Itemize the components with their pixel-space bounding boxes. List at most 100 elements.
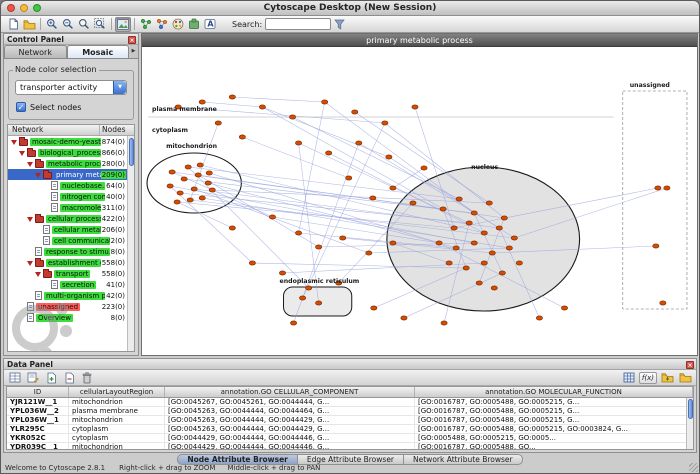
graph-node[interactable] bbox=[653, 244, 659, 248]
graph-node[interactable] bbox=[476, 281, 482, 285]
zoom-fit-button[interactable] bbox=[92, 17, 108, 32]
graph-node[interactable] bbox=[496, 226, 502, 230]
graph-node[interactable] bbox=[456, 197, 462, 201]
tree-row[interactable]: biological_process866(0) bbox=[8, 147, 134, 158]
graph-node[interactable] bbox=[279, 271, 285, 275]
tree-row[interactable]: cellular process422(0) bbox=[8, 213, 134, 224]
graph-node[interactable] bbox=[506, 246, 512, 250]
new-session-button[interactable] bbox=[5, 17, 21, 32]
search-input[interactable] bbox=[265, 18, 331, 30]
graph-node[interactable] bbox=[453, 246, 459, 250]
graphics-details-button[interactable] bbox=[115, 17, 131, 32]
formula-builder-button[interactable]: f(x) bbox=[639, 372, 657, 384]
zoom-selected-button[interactable] bbox=[76, 17, 92, 32]
resize-grip[interactable] bbox=[689, 463, 698, 472]
graph-node[interactable] bbox=[356, 141, 362, 145]
graph-node[interactable] bbox=[390, 186, 396, 190]
create-network-button[interactable] bbox=[138, 17, 154, 32]
table-scrollbar[interactable] bbox=[686, 398, 693, 449]
graph-node[interactable] bbox=[655, 186, 661, 190]
graph-node[interactable] bbox=[421, 166, 427, 170]
graph-node[interactable] bbox=[664, 186, 670, 190]
graph-node[interactable] bbox=[174, 200, 180, 204]
tree-column-nodes[interactable]: Nodes bbox=[100, 125, 134, 135]
graph-node[interactable] bbox=[466, 221, 472, 225]
graph-node[interactable] bbox=[440, 207, 446, 211]
graph-node[interactable] bbox=[412, 105, 418, 109]
graph-node[interactable] bbox=[177, 191, 183, 195]
graph-node[interactable] bbox=[289, 115, 295, 119]
graph-node[interactable] bbox=[441, 321, 447, 325]
graph-node[interactable] bbox=[501, 216, 507, 220]
table-row[interactable]: YLR295Ccytoplasm[GO:0045263, GO:0044444,… bbox=[7, 425, 693, 434]
table-column-header[interactable]: ID bbox=[7, 387, 69, 397]
graph-node[interactable] bbox=[382, 121, 388, 125]
graph-node[interactable] bbox=[486, 201, 492, 205]
data-panel-close-icon[interactable]: × bbox=[686, 361, 694, 369]
zoom-in-button[interactable] bbox=[44, 17, 60, 32]
tab-network[interactable]: Network bbox=[4, 45, 67, 58]
tree-row[interactable]: multi-organism pro...42(0) bbox=[8, 290, 134, 301]
graph-node[interactable] bbox=[199, 196, 205, 200]
graph-node[interactable] bbox=[185, 165, 191, 169]
graph-node[interactable] bbox=[390, 241, 396, 245]
tree-scrollbar[interactable] bbox=[127, 136, 134, 351]
control-panel-close-icon[interactable]: × bbox=[128, 36, 136, 44]
graph-node[interactable] bbox=[290, 321, 296, 325]
graph-node[interactable] bbox=[299, 296, 305, 300]
graph-node[interactable] bbox=[370, 196, 376, 200]
new-attribute-button[interactable] bbox=[43, 370, 59, 385]
graph-node[interactable] bbox=[326, 151, 332, 155]
graph-node[interactable] bbox=[346, 176, 352, 180]
graph-node[interactable] bbox=[215, 121, 221, 125]
table-row[interactable]: YJR121W__1mitochondrion[GO:0045267, GO:0… bbox=[7, 398, 693, 407]
table-row[interactable]: YPL036W__2plasma membrane[GO:0045263, GO… bbox=[7, 407, 693, 416]
tree-row[interactable]: nucleobase...64(0) bbox=[8, 180, 134, 191]
graph-node[interactable] bbox=[536, 316, 542, 320]
graph-node[interactable] bbox=[491, 286, 497, 290]
import-network-button[interactable] bbox=[154, 17, 170, 32]
graph-node[interactable] bbox=[511, 236, 517, 240]
import-attributes-button[interactable] bbox=[659, 370, 675, 385]
expander-icon[interactable] bbox=[35, 173, 41, 178]
network-view-title[interactable]: primary metabolic process bbox=[142, 34, 697, 47]
table-column-header[interactable]: cellularLayoutRegion bbox=[69, 387, 165, 397]
node-color-dropdown[interactable]: transporter activity ▼ bbox=[15, 80, 127, 95]
graph-node[interactable] bbox=[340, 236, 346, 240]
graph-node[interactable] bbox=[295, 141, 301, 145]
tree-row[interactable]: mosaic-demo-yeast874(0) bbox=[8, 136, 134, 147]
graph-node[interactable] bbox=[471, 211, 477, 215]
graph-node[interactable] bbox=[561, 306, 567, 310]
graph-node[interactable] bbox=[199, 100, 205, 104]
expander-icon[interactable] bbox=[35, 272, 41, 277]
open-session-button[interactable] bbox=[21, 17, 37, 32]
tree-row[interactable]: nitrogen compo...40(0) bbox=[8, 191, 134, 202]
graph-node[interactable] bbox=[197, 163, 203, 167]
open-attributes-button[interactable] bbox=[677, 370, 693, 385]
tree-row[interactable]: macromolecule...311(0) bbox=[8, 202, 134, 213]
tree-row[interactable]: unassigned223(0) bbox=[8, 301, 134, 312]
graph-node[interactable] bbox=[451, 226, 457, 230]
tree-row[interactable]: cell communicati...2(0) bbox=[8, 235, 134, 246]
graph-node[interactable] bbox=[401, 316, 407, 320]
zoom-out-button[interactable] bbox=[60, 17, 76, 32]
tree-row[interactable]: metabolic process280(0) bbox=[8, 158, 134, 169]
tree-column-network[interactable]: Network bbox=[8, 125, 100, 135]
edit-attributes-button[interactable] bbox=[25, 370, 41, 385]
graph-node[interactable] bbox=[316, 301, 322, 305]
table-column-header[interactable]: annotation.GO CELLULAR_COMPONENT bbox=[165, 387, 415, 397]
graph-node[interactable] bbox=[169, 170, 175, 174]
tab-mosaic[interactable]: Mosaic bbox=[67, 45, 130, 58]
graph-node[interactable] bbox=[481, 261, 487, 265]
graph-node[interactable] bbox=[516, 261, 522, 265]
expander-icon[interactable] bbox=[27, 162, 33, 167]
graph-node[interactable] bbox=[660, 301, 666, 305]
graph-node[interactable] bbox=[195, 173, 201, 177]
graph-node[interactable] bbox=[481, 231, 487, 235]
graph-node[interactable] bbox=[209, 188, 215, 192]
tree-row[interactable]: Overview8(0) bbox=[8, 312, 134, 323]
graph-node[interactable] bbox=[206, 171, 212, 175]
delete-attribute-button[interactable] bbox=[61, 370, 77, 385]
tree-scrollbar-thumb[interactable] bbox=[129, 138, 134, 166]
trash-button[interactable] bbox=[79, 370, 95, 385]
